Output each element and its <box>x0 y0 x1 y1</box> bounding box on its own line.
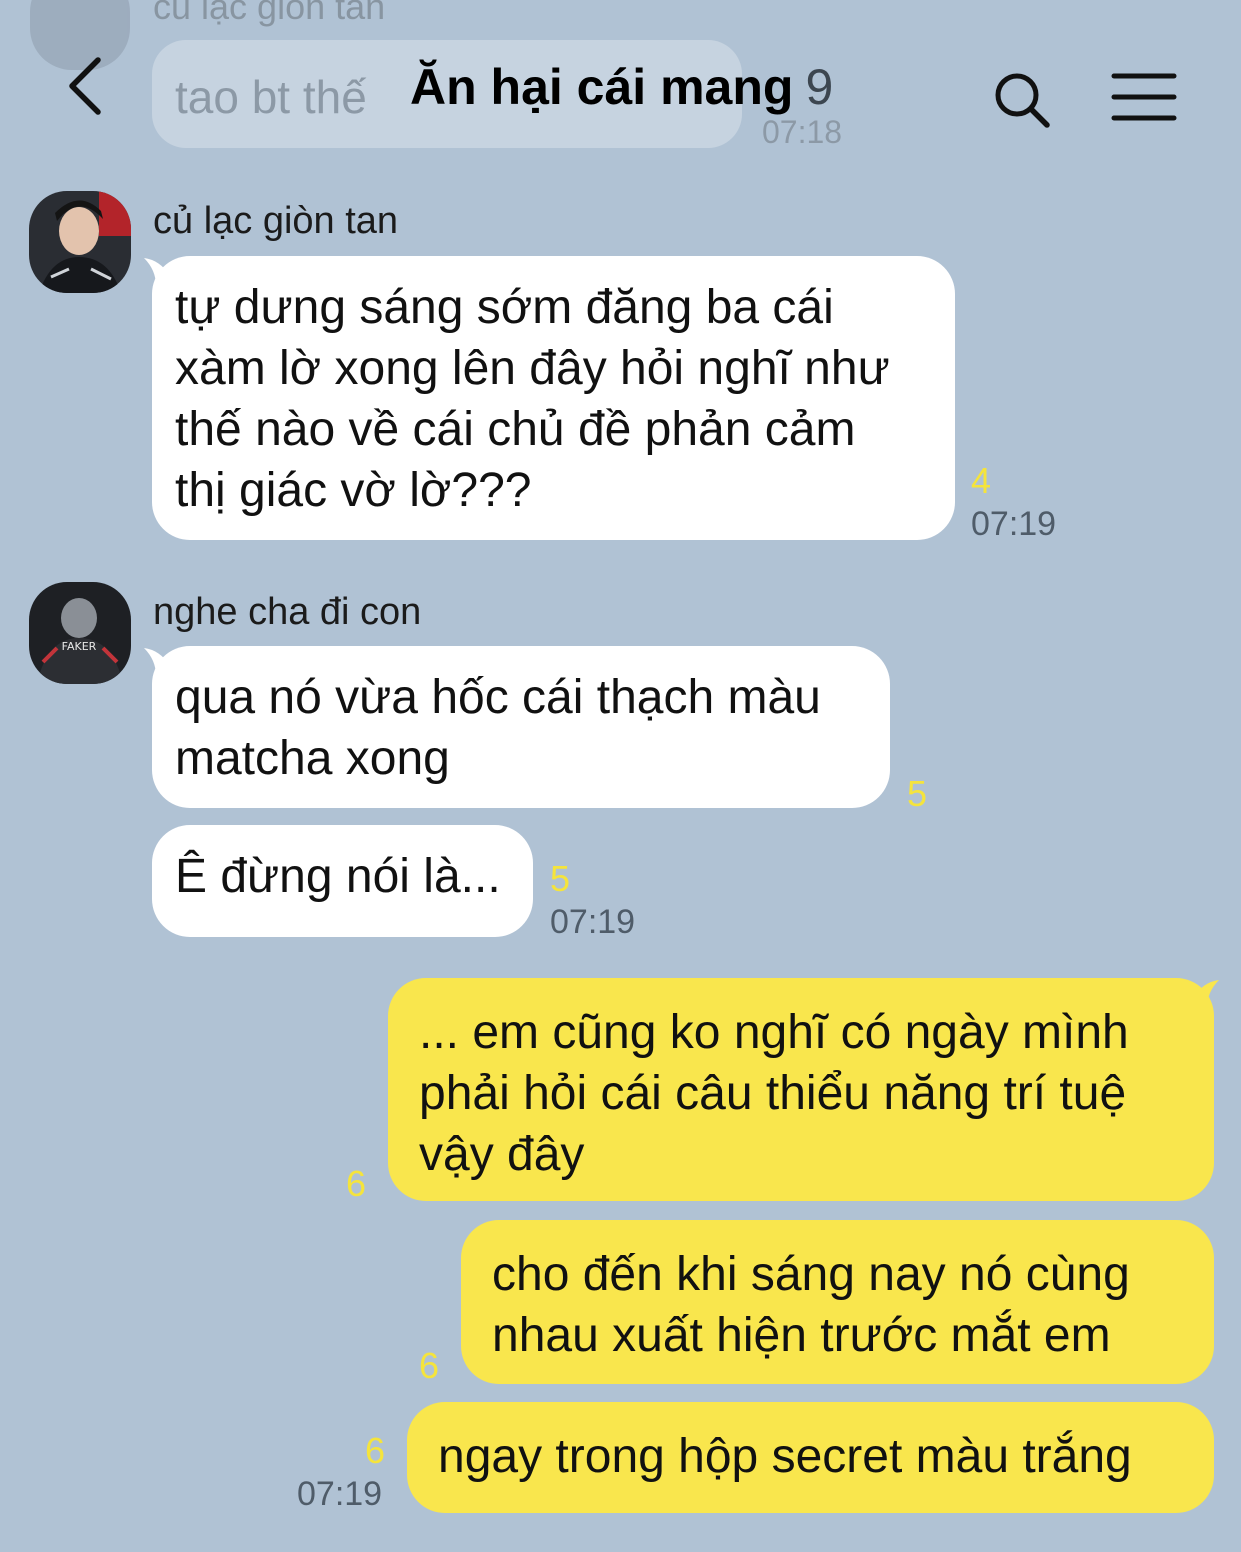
avatar-cu-lac-gion-tan[interactable] <box>29 191 131 293</box>
message-time: 07:19 <box>297 1475 383 1513</box>
message-bubble[interactable]: ngay trong hộp secret màu trắng <box>407 1402 1214 1513</box>
unread-count: 6 <box>365 1430 386 1471</box>
back-button[interactable] <box>58 52 118 122</box>
unread-count: 6 <box>419 1345 440 1386</box>
message-text-line: vậy đây <box>419 1128 585 1181</box>
message-text-line: ... em cũng ko nghĩ có ngày mình <box>419 1006 1129 1059</box>
message-text-line: thế nào về cái chủ đề phản cảm <box>175 403 856 456</box>
avatar-photo <box>29 191 131 293</box>
message-text-line: xàm lờ xong lên đây hỏi nghĩ như <box>175 342 890 395</box>
message-text-line: Ê đừng nói là... <box>175 850 501 903</box>
message-time: 07:19 <box>550 903 636 941</box>
message-text-line: tự dưng sáng sớm đăng ba cái <box>175 281 834 334</box>
chat-name: Ăn hại cái mang <box>410 59 794 115</box>
chevron-left-icon <box>69 57 101 115</box>
message-text-line: cho đến khi sáng nay nó cùng <box>492 1248 1130 1301</box>
unread-count: 5 <box>550 858 571 899</box>
search-icon <box>995 73 1050 128</box>
unread-count: 5 <box>907 773 928 814</box>
message-bubble[interactable]: Ê đừng nói là... <box>152 825 533 937</box>
chat-header: Ăn hại cái mang 9 <box>0 0 1241 160</box>
hamburger-menu-icon <box>1111 73 1177 121</box>
member-count: 9 <box>805 59 834 115</box>
unread-count: 4 <box>971 460 992 501</box>
message-bubble[interactable]: ... em cũng ko nghĩ có ngày mình phải hỏ… <box>388 978 1214 1201</box>
message-bubble[interactable]: cho đến khi sáng nay nó cùng nhau xuất h… <box>461 1220 1214 1384</box>
svg-text:FAKER: FAKER <box>62 640 97 653</box>
message-text-line: nhau xuất hiện trước mắt em <box>492 1309 1111 1362</box>
chat-title: Ăn hại cái mang 9 <box>410 58 833 116</box>
sender-name: củ lạc giòn tan <box>153 200 399 242</box>
message-time: 07:19 <box>971 505 1057 543</box>
avatar-nghe-cha-di-con[interactable]: FAKER <box>29 582 131 684</box>
search-button[interactable] <box>990 68 1054 132</box>
message-text-line: phải hỏi cái câu thiểu năng trí tuệ <box>419 1067 1127 1120</box>
sender-name: nghe cha đi con <box>153 591 422 633</box>
message-bubble[interactable]: tự dưng sáng sớm đăng ba cái xàm lờ xong… <box>152 256 955 540</box>
message-bubble[interactable]: qua nó vừa hốc cái thạch màu matcha xong <box>152 646 890 808</box>
message-text-line: thị giác vờ lờ??? <box>175 464 532 517</box>
message-text-line: ngay trong hộp secret màu trắng <box>438 1430 1132 1483</box>
message-text-line: qua nó vừa hốc cái thạch màu <box>175 671 821 724</box>
unread-count: 6 <box>346 1163 367 1204</box>
menu-button[interactable] <box>1110 70 1178 126</box>
avatar-photo: FAKER <box>29 582 131 684</box>
message-text-line: matcha xong <box>175 732 450 785</box>
